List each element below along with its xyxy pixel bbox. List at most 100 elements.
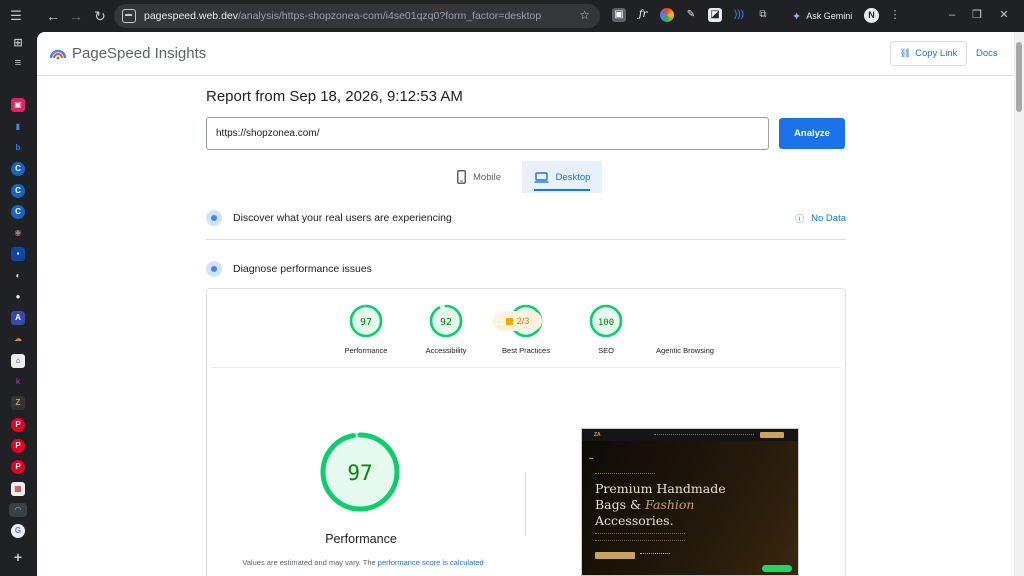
final-screenshot-preview[interactable]: ZA ▬ Premium Handmade Bags & Fashion Acc… (581, 428, 799, 576)
app-house-icon[interactable]: ⌂ (11, 354, 25, 368)
tab-mobile-label: Mobile (473, 171, 501, 183)
bing-icon[interactable]: b (11, 141, 25, 155)
real-users-section[interactable]: Discover what your real users are experi… (206, 201, 846, 235)
vertical-divider (525, 472, 526, 536)
screenshot-extension-icon[interactable]: ▣ (612, 8, 626, 22)
analytics-icon[interactable]: ▮ (11, 120, 25, 134)
github-icon[interactable]: ◐ (11, 269, 25, 283)
preview-whatsapp-badge (762, 565, 792, 572)
performance-heading: Performance (325, 532, 397, 546)
tab-desktop-label: Desktop (555, 171, 591, 183)
forward-icon[interactable]: → (67, 7, 85, 25)
profile-avatar[interactable]: N (864, 8, 879, 23)
reload-icon[interactable]: ↻ (91, 7, 109, 25)
preview-heading: Premium Handmade Bags & Fashion Accessor… (595, 481, 726, 528)
page-scrollbar[interactable] (1014, 32, 1024, 576)
pagespeed-active-icon[interactable]: ◠ (9, 503, 27, 517)
app-pink-icon[interactable]: ▣ (11, 98, 25, 112)
gemini-sparkle-icon: ✦ (792, 10, 802, 23)
scrollbar-thumb[interactable] (1016, 42, 1022, 112)
app-c2-icon[interactable]: C (11, 184, 25, 198)
score-label: Performance (344, 346, 388, 355)
ask-gemini-button[interactable]: ✦ Ask Gemini (792, 8, 852, 24)
app-c3-icon[interactable]: C (11, 205, 25, 219)
users-icon (206, 210, 222, 226)
page-title: Report from Sep 18, 2026, 9:12:53 AM (206, 88, 463, 105)
url-text[interactable]: pagespeed.web.dev/analysis/https-shopzon… (144, 10, 574, 22)
preview-cta-button (760, 432, 784, 438)
tab-desktop[interactable]: Desktop (522, 161, 602, 193)
docs-link[interactable]: Docs (976, 48, 998, 59)
app-red-grid-icon[interactable]: ▦ (11, 482, 25, 496)
gauge-seo[interactable]: 100 SEO (566, 304, 646, 355)
pinterest-icon-3[interactable]: P (11, 460, 25, 474)
app-za-icon[interactable]: Z (11, 396, 25, 410)
performance-score: 97 (347, 461, 372, 485)
preview-subtext (595, 533, 685, 541)
no-data-indicator[interactable]: ⓘ No Data (795, 212, 846, 225)
minimize-icon[interactable]: – (945, 8, 959, 22)
extensions-puzzle-icon[interactable]: ⧉ (756, 8, 770, 22)
menu-dots-icon[interactable]: ⋮ (888, 8, 902, 22)
app-blue-icon[interactable]: ▪ (11, 247, 25, 261)
reading-list-icon[interactable]: ≡ (11, 56, 25, 70)
font-extension-icon[interactable]: ƒr (636, 8, 650, 22)
add-shortcut-icon[interactable]: + (11, 550, 25, 564)
bookmark-star-icon[interactable]: ☆ (579, 8, 590, 22)
audio-extension-icon[interactable]: ))) (732, 8, 746, 22)
eyedropper-extension-icon[interactable]: ✎ (684, 8, 698, 22)
ask-gemini-label: Ask Gemini (806, 11, 853, 21)
diagnose-section: Diagnose performance issues (206, 252, 846, 286)
gauge-accessibility[interactable]: 92 Accessibility (406, 304, 486, 355)
address-bar[interactable]: pagespeed.web.dev/analysis/https-shopzon… (114, 4, 600, 28)
pinterest-icon-2[interactable]: P (11, 439, 25, 453)
app-title[interactable]: PageSpeed Insights (72, 45, 206, 62)
mobile-phone-icon (457, 170, 466, 184)
restore-icon[interactable]: ❐ (970, 8, 984, 22)
gauge-performance[interactable]: 97 Performance (326, 304, 406, 355)
desktop-laptop-icon (534, 171, 549, 183)
tab-mobile[interactable]: Mobile (457, 161, 527, 193)
image-extension-icon[interactable]: ◪ (708, 8, 722, 22)
url-input[interactable]: https://shopzonea.com/ (206, 117, 769, 150)
sidebar-toggle-icon[interactable]: ☰ (8, 8, 24, 24)
card-divider (211, 367, 841, 368)
score-label: SEO (598, 346, 614, 355)
section-divider (206, 239, 846, 240)
app-c-icon[interactable]: C (11, 162, 25, 176)
preview-shop-button (595, 552, 635, 559)
psi-header: PageSpeed Insights ⛓ Copy Link Docs (37, 32, 1014, 76)
app-owl-icon[interactable]: ◉ (11, 226, 25, 240)
score-label: Best Practices (502, 346, 550, 355)
score-label: Accessibility (425, 346, 467, 355)
score-gauge-ring: 97 (349, 304, 383, 338)
site-info-icon[interactable] (122, 9, 136, 23)
score-value: 100 (598, 318, 614, 328)
values-note-text: Values are estimated and may vary. The (242, 558, 378, 567)
app-a-icon[interactable]: A (11, 311, 25, 325)
performance-score-link[interactable]: performance score is calculated (378, 558, 484, 567)
pagespeed-logo-icon (50, 49, 66, 60)
preview-logo-icon: ZA (594, 432, 601, 438)
preview-kicker (595, 473, 655, 474)
github-icon-2[interactable]: ● (11, 290, 25, 304)
diagnose-icon (206, 261, 222, 277)
back-icon[interactable]: ← (44, 7, 62, 25)
copy-link-button[interactable]: ⛓ Copy Link (890, 41, 967, 66)
close-window-icon[interactable]: ✕ (997, 8, 1011, 22)
pinterest-icon[interactable]: P (11, 418, 25, 432)
tabs-grid-icon[interactable]: ⊞ (11, 36, 25, 50)
preview-secondary-link (640, 553, 670, 558)
browser-side-panel: ⊞ ≡ ▣ ▮ b C C C ◉ ▪ ◐ ● A ☁ ⌂ k Z P P P … (0, 32, 37, 576)
google-icon[interactable]: G (11, 524, 25, 538)
no-data-label: No Data (811, 213, 846, 224)
score-value: 97 (360, 317, 372, 328)
agentic-browsing-badge[interactable]: 2/3 (493, 311, 542, 331)
color-picker-extension-icon[interactable] (660, 8, 674, 22)
score-gauge-ring: 92 (429, 304, 463, 338)
average-square-icon (505, 317, 513, 325)
preview-nav-links (654, 434, 754, 435)
app-k-icon[interactable]: k (11, 375, 25, 389)
cloudflare-icon[interactable]: ☁ (11, 332, 25, 346)
analyze-button[interactable]: Analyze (779, 118, 845, 149)
